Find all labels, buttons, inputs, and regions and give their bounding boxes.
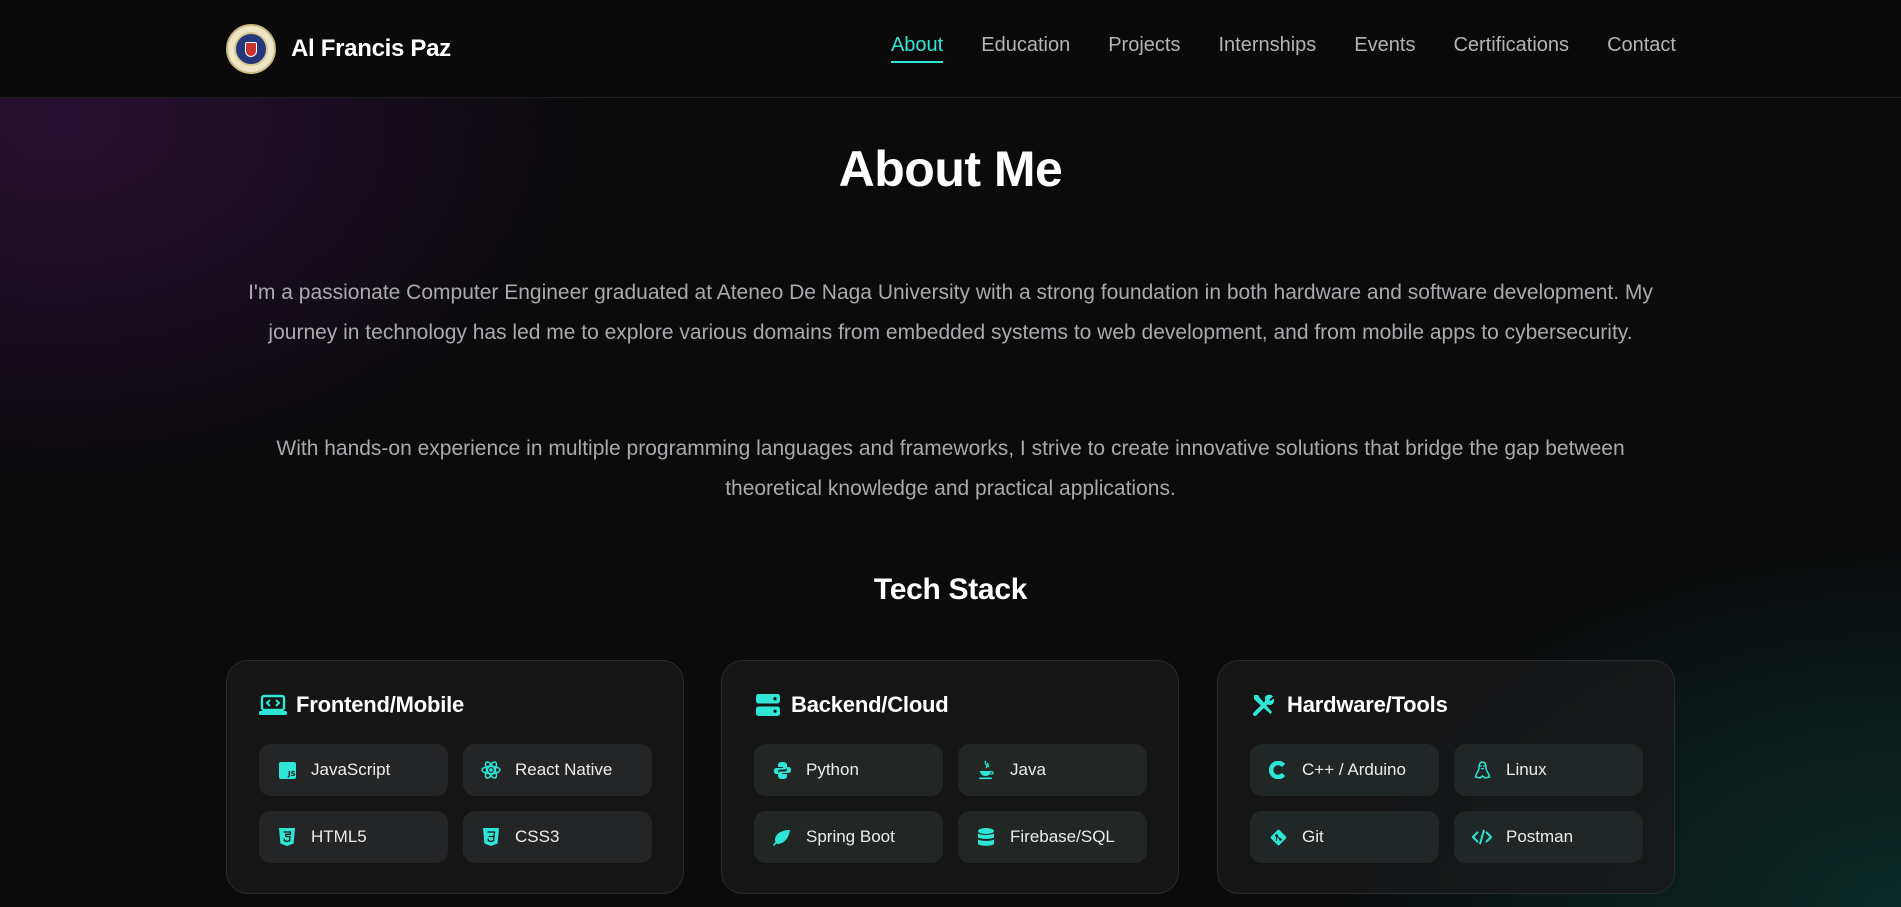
nav-projects[interactable]: Projects (1108, 34, 1180, 63)
tech-chip-linux: Linux (1454, 744, 1643, 796)
html5-icon (277, 827, 297, 847)
brand-name: Al Francis Paz (291, 35, 451, 62)
card-title: Backend/Cloud (791, 692, 949, 717)
tech-chip-javascript: JS JavaScript (259, 744, 448, 796)
tech-chip-postman: Postman (1454, 811, 1643, 863)
nav-internships[interactable]: Internships (1218, 34, 1316, 63)
tech-chip-react-native: React Native (463, 744, 652, 796)
nav-contact[interactable]: Contact (1607, 34, 1676, 63)
tech-chip-git: Git (1250, 811, 1439, 863)
linux-icon (1472, 760, 1492, 780)
code-brackets-icon (1472, 827, 1492, 847)
tech-chip-firebase-sql: Firebase/SQL (958, 811, 1147, 863)
server-icon (754, 691, 782, 719)
site-header: Al Francis Paz About Education Projects … (0, 0, 1901, 98)
tech-card-backend: Backend/Cloud Python Java Spring Boot Fi… (721, 660, 1179, 894)
brand[interactable]: Al Francis Paz (226, 24, 451, 74)
tech-chip-css3: CSS3 (463, 811, 652, 863)
nav-education[interactable]: Education (981, 34, 1070, 63)
database-icon (976, 827, 996, 847)
tech-card-hardware: Hardware/Tools C++ / Arduino Linux Git P… (1217, 660, 1675, 894)
about-section: About Me I'm a passionate Computer Engin… (0, 98, 1901, 907)
tech-chip-spring-boot: Spring Boot (754, 811, 943, 863)
about-paragraph-2: With hands-on experience in multiple pro… (276, 437, 1625, 500)
java-icon (976, 760, 996, 780)
main-nav: About Education Projects Internships Eve… (853, 34, 1676, 63)
laptop-code-icon (259, 691, 287, 719)
svg-text:JS: JS (287, 770, 296, 778)
section-title: About Me (838, 141, 1063, 197)
nav-certifications[interactable]: Certifications (1453, 34, 1569, 63)
nav-about[interactable]: About (890, 34, 944, 63)
python-icon (772, 760, 792, 780)
university-seal-logo (226, 24, 276, 74)
card-title: Hardware/Tools (1287, 692, 1448, 717)
tech-chip-java: Java (958, 744, 1147, 796)
about-paragraph-1: I'm a passionate Computer Engineer gradu… (248, 281, 1653, 344)
card-title: Frontend/Mobile (296, 692, 465, 717)
c-icon (1268, 760, 1288, 780)
nav-events[interactable]: Events (1354, 34, 1415, 63)
tech-chip-cpp-arduino: C++ / Arduino (1250, 744, 1439, 796)
tech-stack-title: Tech Stack (873, 573, 1028, 606)
react-icon (481, 760, 501, 780)
git-icon (1268, 827, 1288, 847)
tech-chip-python: Python (754, 744, 943, 796)
css3-icon (481, 827, 501, 847)
javascript-icon: JS (277, 760, 297, 780)
tech-chip-html5: HTML5 (259, 811, 448, 863)
tech-card-frontend: Frontend/Mobile JS JavaScript React Nati… (226, 660, 684, 894)
leaf-icon (772, 827, 792, 847)
tools-icon (1250, 691, 1278, 719)
